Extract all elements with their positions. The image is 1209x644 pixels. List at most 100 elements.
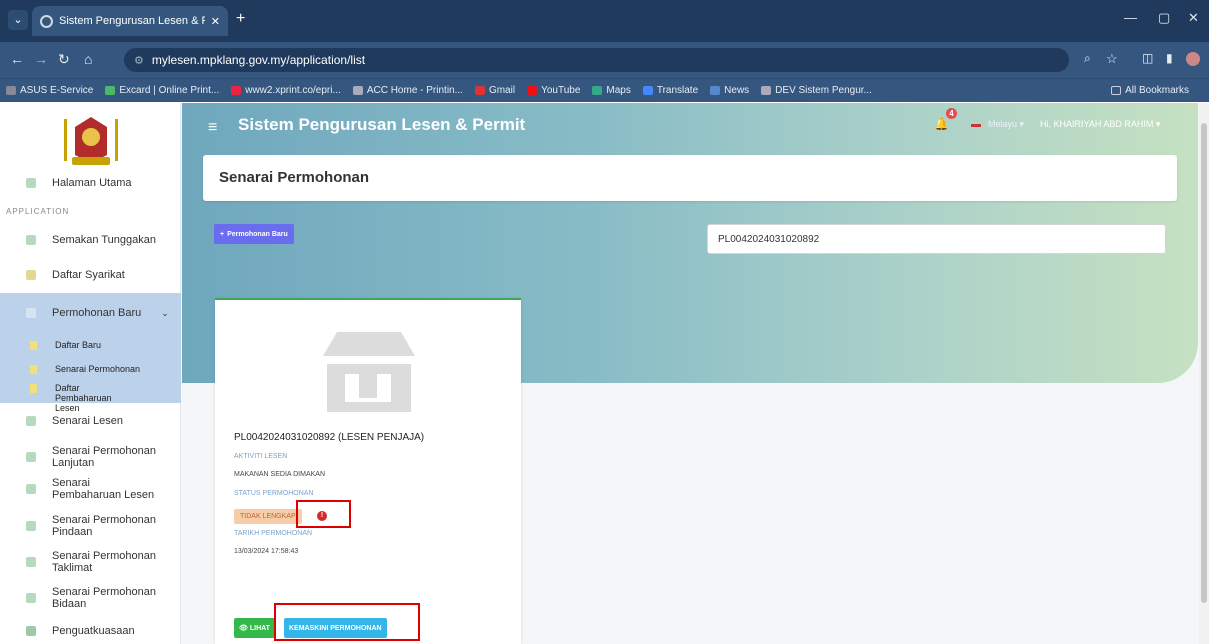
zoom-icon[interactable]: ⌕ (1084, 51, 1091, 66)
page-scrollbar[interactable] (1199, 103, 1209, 644)
sidebar-section-heading: APPLICATION (6, 207, 70, 216)
sidebar-item-label: Penguatkuasaan (52, 625, 135, 637)
bookmark-item[interactable]: News (710, 85, 749, 96)
sidebar-item-daftar-syarikat[interactable]: Daftar Syarikat (0, 269, 181, 281)
main-content: ≡ Sistem Pengurusan Lesen & Permit 🔔 4 ▬… (182, 103, 1209, 644)
close-window-icon[interactable]: ✕ (1188, 10, 1199, 26)
sidebar-item-label: Daftar Syarikat (52, 269, 125, 281)
user-menu[interactable]: Hi, KHAIRIYAH ABD RAHIM ▾ (1040, 119, 1160, 130)
sidebar-item-label: Semakan Tunggakan (52, 234, 156, 246)
bookmark-item[interactable]: Gmail (474, 85, 516, 96)
language-label: Melayu (988, 119, 1018, 129)
plus-icon: + (220, 230, 225, 238)
sidebar-item-pembaharuan[interactable]: Senarai Pembaharuan Lesen (0, 477, 181, 501)
forward-icon[interactable]: → (34, 51, 48, 67)
page: Halaman Utama APPLICATION Semakan Tungga… (0, 103, 1209, 644)
application-title: PL0042024031020892 (LESEN PENJAJA) (234, 432, 425, 443)
search-input[interactable] (707, 224, 1166, 254)
new-application-button[interactable]: + Permohonan Baru (214, 224, 294, 244)
reload-icon[interactable]: ↻ (58, 51, 70, 68)
back-icon[interactable]: ← (10, 51, 24, 67)
star-icon[interactable]: ☆ (1106, 51, 1118, 67)
chevron-down-icon: ⌄ (161, 307, 169, 318)
language-select[interactable]: Melayu ▾ (988, 119, 1024, 130)
sidebar-item-pindaan[interactable]: Senarai Permohonan Pindaan (0, 514, 181, 538)
url-text: mylesen.mpklang.gov.my/application/list (151, 53, 366, 67)
submenu-daftar-pembaharuan[interactable]: Daftar Pembaharuan Lesen (0, 383, 120, 413)
bookmark-item[interactable]: YouTube (527, 85, 580, 96)
bookmark-label: Excard | Online Print... (119, 85, 220, 96)
bookmark-item[interactable]: ASUS E-Service (6, 85, 93, 96)
extensions-icon[interactable]: ◫ (1142, 51, 1153, 65)
page-title: Senarai Permohonan (219, 169, 370, 186)
sidebar-item-taklimat[interactable]: Senarai Permohonan Taklimat (0, 550, 181, 574)
list-icon (26, 484, 36, 494)
bookmark-label: Translate (656, 85, 699, 96)
address-bar[interactable]: ⚙ mylesen.mpklang.gov.my/application/lis… (124, 48, 1069, 72)
sidebar-item-semakan-tunggakan[interactable]: Semakan Tunggakan (0, 234, 181, 246)
view-button[interactable]: 👁 LIHAT (234, 618, 275, 638)
close-tab-icon[interactable]: ✕ (211, 15, 220, 28)
tab-search-icon[interactable]: ⌄ (8, 10, 28, 30)
highlight-box (296, 500, 351, 528)
scrollbar-thumb[interactable] (1201, 123, 1207, 603)
sidebar-item-bidaan[interactable]: Senarai Permohonan Bidaan (0, 586, 181, 610)
bookmark-item[interactable]: ACC Home - Printin... (352, 85, 463, 96)
bookmark-item[interactable]: Excard | Online Print... (105, 85, 219, 96)
status-badge: TIDAK LENGKAP (234, 509, 302, 524)
flag-icon: ▬ (971, 119, 981, 130)
browser-tab[interactable]: Sistem Pengurusan Lesen & Per ✕ (32, 6, 228, 36)
sidebar-item-senarai-lesen[interactable]: Senarai Lesen (0, 415, 181, 427)
sidebar-item-lanjutan[interactable]: Senarai Permohonan Lanjutan (0, 445, 181, 469)
eye-icon: 👁 (239, 625, 248, 632)
bookmark-item[interactable]: Maps (592, 85, 631, 96)
list-icon (26, 557, 36, 567)
menu-toggle-icon[interactable]: ≡ (208, 119, 217, 137)
building-icon (26, 270, 36, 280)
date-value: 13/03/2024 17:58:43 (234, 548, 299, 555)
sidebar-item-penguatkuasaan[interactable]: Penguatkuasaan (0, 625, 181, 637)
sidebar-item-label: Halaman Utama (52, 177, 132, 189)
sidebar-item-label: Senarai Lesen (52, 415, 123, 427)
user-label: Hi, KHAIRIYAH ABD RAHIM (1040, 119, 1154, 129)
submenu-label: Daftar Pembaharuan Lesen (55, 383, 112, 413)
minimize-icon[interactable]: — (1124, 10, 1137, 25)
globe-icon (40, 14, 53, 28)
site-info-icon[interactable]: ⚙ (134, 54, 144, 67)
page-title-card: Senarai Permohonan (203, 155, 1177, 201)
home-icon[interactable]: ⌂ (84, 51, 92, 67)
profile-avatar[interactable] (1186, 52, 1200, 66)
submenu-senarai-permohonan[interactable]: Senarai Permohonan (0, 364, 140, 374)
file-icon (30, 341, 37, 350)
date-label: TARIKH PERMOHONAN (234, 530, 313, 537)
list-icon (26, 521, 36, 531)
all-bookmarks[interactable]: All Bookmarks (1111, 85, 1189, 96)
sidepanel-icon[interactable]: ▮ (1166, 51, 1173, 65)
bookmark-label: DEV Sistem Pengur... (775, 85, 872, 96)
list-icon (26, 593, 36, 603)
sidebar-item-home[interactable]: Halaman Utama (0, 177, 181, 189)
bookmark-item[interactable]: Translate (642, 85, 699, 96)
submenu-daftar-baru[interactable]: Daftar Baru (0, 340, 101, 350)
bookmark-item[interactable]: DEV Sistem Pengur... (761, 85, 872, 96)
sidebar-item-permohonan-baru[interactable]: Permohonan Baru ⌄ (0, 307, 181, 319)
activity-label: AKTIVITI LESEN (234, 453, 288, 460)
bookmark-label: YouTube (541, 85, 581, 96)
bookmark-label: ASUS E-Service (20, 85, 94, 96)
list-icon (26, 416, 36, 426)
bookmark-label: ACC Home - Printin... (366, 85, 463, 96)
restore-icon[interactable]: ▢ (1158, 10, 1170, 26)
bookmark-item[interactable]: www2.xprint.co/epri... (231, 85, 341, 96)
application-card: PL0042024031020892 (LESEN PENJAJA) AKTIV… (215, 298, 521, 644)
app-title: Sistem Pengurusan Lesen & Permit (238, 115, 526, 134)
activity-value: MAKANAN SEDIA DIMAKAN (234, 471, 326, 478)
bookmarks-bar: ASUS E-Service Excard | Online Print... … (0, 78, 1209, 102)
button-label: LIHAT (249, 624, 270, 632)
file-icon (30, 384, 37, 393)
bell-icon[interactable]: 🔔 (934, 117, 949, 131)
status-label: STATUS PERMOHONAN (234, 490, 314, 497)
bookmark-label: Gmail (488, 85, 516, 96)
new-tab-button[interactable]: + (236, 10, 245, 28)
tab-title: Sistem Pengurusan Lesen & Per (59, 15, 205, 27)
notification-badge: 4 (946, 108, 957, 119)
